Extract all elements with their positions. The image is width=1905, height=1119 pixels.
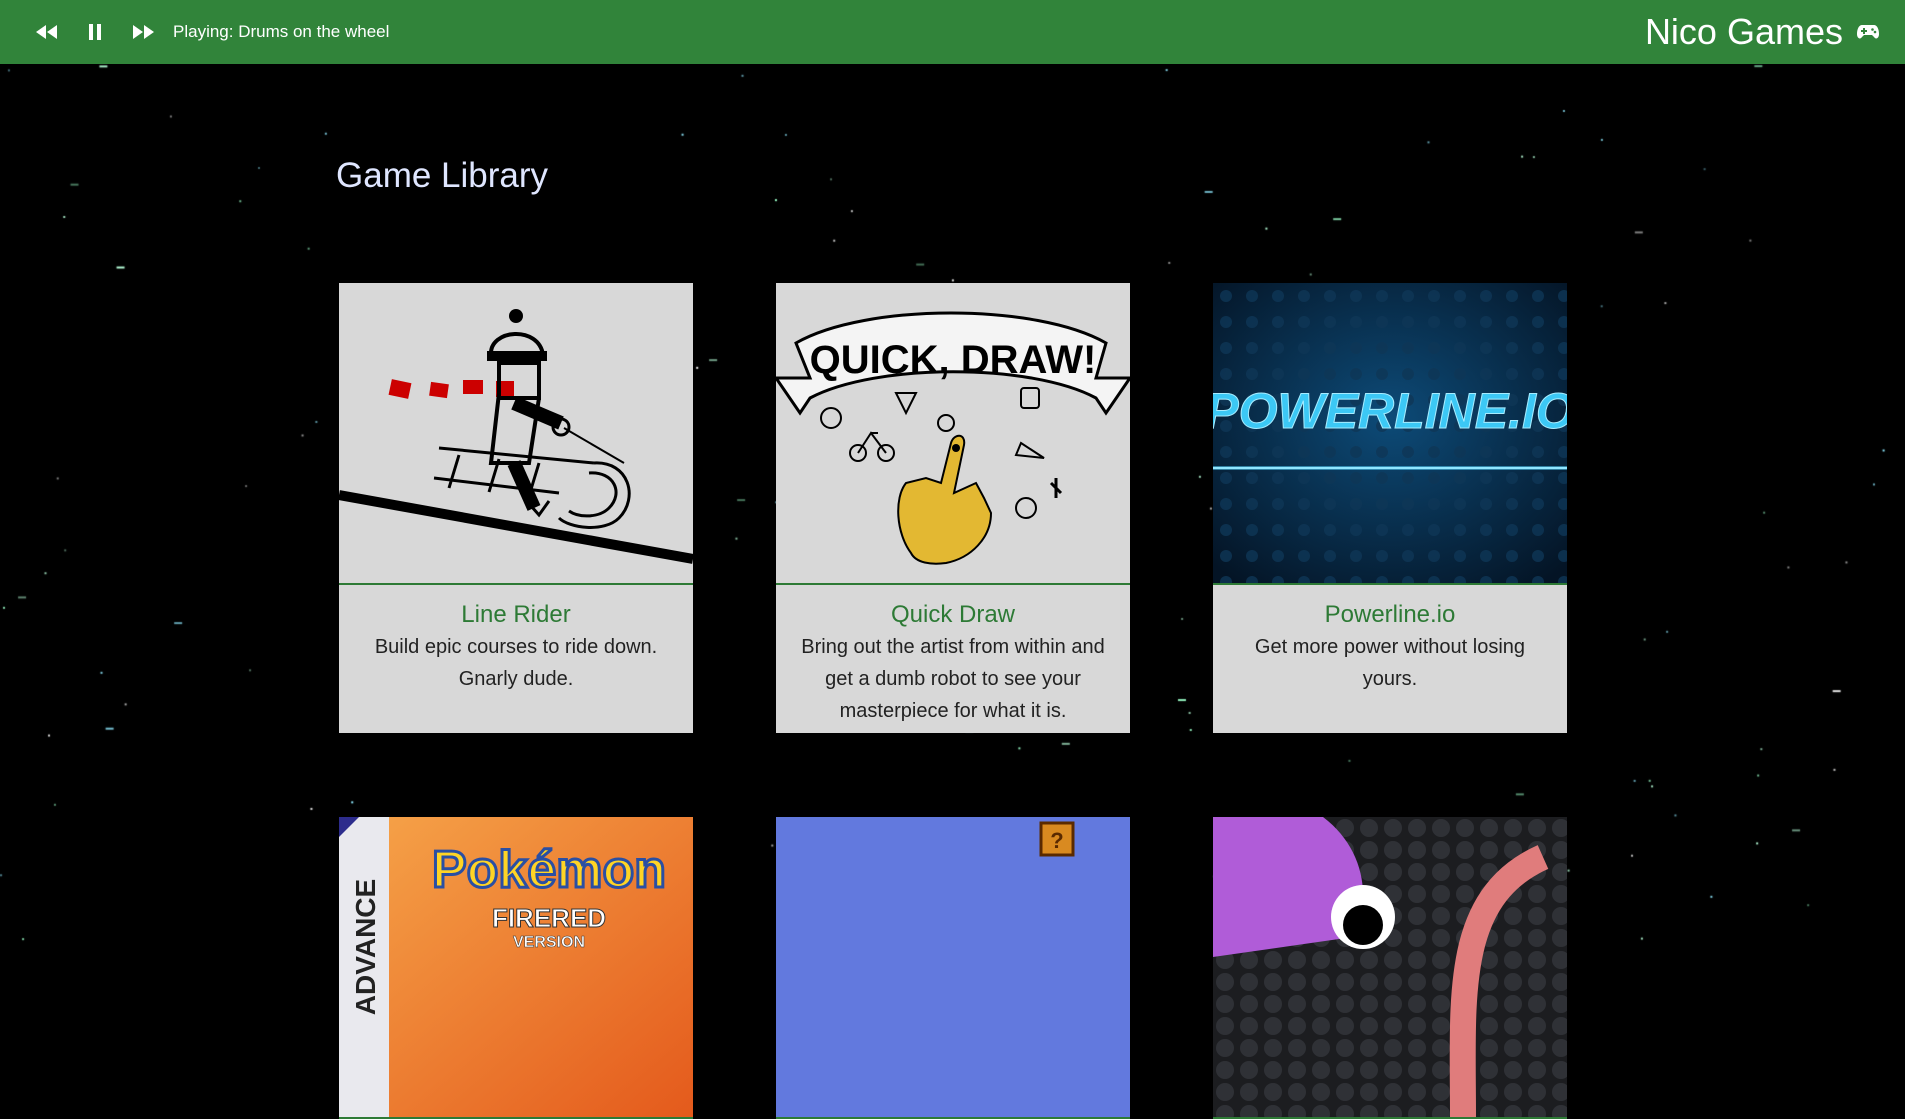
question-block-text: ? — [1050, 828, 1063, 853]
top-bar: Playing: Drums on the wheel Nico Games — [0, 0, 1905, 64]
powerline-logo-text: POWERLINE.IO — [1213, 383, 1567, 439]
game-thumbnail: POWERLINE.IO — [1213, 283, 1567, 585]
game-description: Bring out the artist from within and get… — [801, 636, 1105, 722]
game-thumbnail: ? — [776, 817, 1130, 1119]
game-name: Line Rider — [461, 601, 571, 628]
brand-title: Nico Games — [1644, 11, 1843, 52]
game-thumbnail — [1213, 817, 1567, 1119]
game-name: Powerline.io — [1324, 601, 1456, 628]
game-description: Build epic courses to ride down. Gnarly … — [374, 636, 658, 690]
page-title: Game Library — [336, 156, 549, 195]
brand-link[interactable]: Nico Games — [1645, 0, 1879, 64]
pause-icon — [89, 24, 101, 40]
advance-text: ADVANCE — [350, 879, 381, 1015]
game-thumbnail: ADVANCE Pokémon FIRERED VERSION — [339, 817, 693, 1119]
firered-text: FIRERED — [492, 903, 606, 933]
version-text: VERSION — [513, 934, 585, 951]
rewind-button[interactable] — [29, 14, 65, 50]
game-name: Quick Draw — [890, 601, 1016, 628]
fast-forward-button[interactable] — [125, 14, 161, 50]
pause-button[interactable] — [77, 14, 113, 50]
game-description: Get more power without losing yours. — [1254, 636, 1526, 690]
fast-forward-icon — [133, 25, 154, 39]
gamepad-icon — [1857, 25, 1879, 39]
game-thumbnail: QUICK, DRAW! — [776, 283, 1130, 585]
quick-draw-banner-text: QUICK, DRAW! — [810, 338, 1097, 382]
pokemon-logo-text: Pokémon — [432, 841, 666, 899]
now-playing-text: Playing: Drums on the wheel — [173, 22, 390, 41]
game-card-pokemon-firered[interactable]: ADVANCE Pokémon FIRERED VERSION — [339, 817, 693, 1119]
rewind-icon — [36, 25, 57, 39]
game-card-platformer[interactable]: ? — [776, 817, 1130, 1119]
game-card-snake[interactable] — [1213, 817, 1567, 1119]
game-card-quick-draw[interactable]: QUICK, DRAW! Quick Draw Bring out the ar… — [776, 283, 1130, 733]
game-card-line-rider[interactable]: Line Rider Build epic courses to ride do… — [339, 283, 693, 733]
game-thumbnail — [339, 283, 693, 585]
game-card-powerline-io[interactable]: POWERLINE.IO Powerline.io Get more power… — [1213, 283, 1567, 733]
